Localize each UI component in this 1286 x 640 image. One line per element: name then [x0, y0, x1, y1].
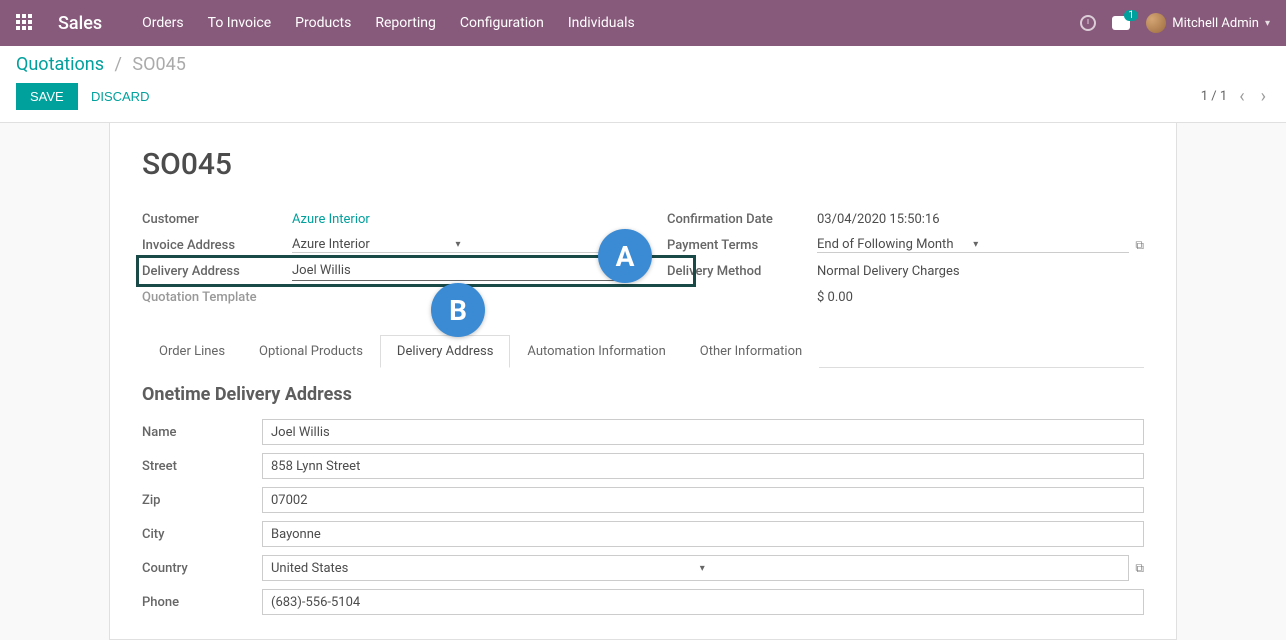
clock-icon[interactable]	[1080, 15, 1096, 31]
tab-optional-products[interactable]: Optional Products	[242, 335, 380, 368]
avatar	[1146, 13, 1166, 33]
nav-products[interactable]: Products	[295, 15, 351, 31]
delivery-address-section: Onetime Delivery Address Name Street Zip…	[142, 384, 1144, 615]
chevron-down-icon: ▾	[1265, 18, 1270, 29]
tab-delivery-address[interactable]: Delivery Address	[380, 335, 511, 368]
payment-terms-field[interactable]: End of Following Month ▾	[817, 237, 1129, 253]
zip-input[interactable]	[262, 487, 1144, 513]
breadcrumb-sep: /	[114, 54, 121, 75]
pager-next[interactable]: ›	[1257, 86, 1270, 107]
customer-label: Customer	[142, 212, 292, 227]
breadcrumb-root[interactable]: Quotations	[16, 54, 104, 75]
customer-value[interactable]: Azure Interior	[292, 212, 619, 227]
street-input[interactable]	[262, 453, 1144, 479]
record-title: SO045	[142, 147, 1144, 182]
payment-terms-value: End of Following Month	[817, 237, 970, 252]
chevron-down-icon: ▾	[970, 239, 1129, 250]
pager-prev[interactable]: ‹	[1235, 86, 1248, 107]
delivery-method-value: Normal Delivery Charges	[817, 264, 1144, 279]
confirmation-date-value: 03/04/2020 15:50:16	[817, 212, 1144, 227]
tab-order-lines[interactable]: Order Lines	[142, 335, 242, 368]
delivery-amount: $ 0.00	[817, 290, 1144, 305]
delivery-address-input[interactable]	[292, 261, 619, 281]
quotation-template-label: Quotation Template	[142, 290, 292, 305]
nav-individuals[interactable]: Individuals	[568, 15, 635, 31]
confirmation-date-label: Confirmation Date	[667, 212, 817, 227]
country-value: United States	[271, 561, 694, 576]
action-row: Save Discard 1 / 1 ‹ ›	[16, 83, 1270, 110]
name-label: Name	[142, 425, 262, 440]
invoice-address-label: Invoice Address	[142, 238, 292, 253]
chat-badge: 1	[1124, 10, 1138, 21]
country-label: Country	[142, 561, 262, 576]
user-name: Mitchell Admin	[1172, 16, 1259, 31]
tab-automation-information[interactable]: Automation Information	[510, 335, 682, 368]
pager-text: 1 / 1	[1201, 89, 1227, 104]
nav-configuration[interactable]: Configuration	[460, 15, 544, 31]
street-label: Street	[142, 459, 262, 474]
invoice-address-field[interactable]: Azure Interior ▾	[292, 237, 619, 253]
user-menu[interactable]: Mitchell Admin ▾	[1146, 13, 1270, 33]
form-sheet: SO045 Customer Azure Interior Invoice Ad…	[109, 123, 1177, 640]
tab-other-information[interactable]: Other Information	[683, 335, 819, 368]
external-link-icon[interactable]: ⧉	[1135, 238, 1144, 253]
delivery-address-label: Delivery Address	[142, 264, 292, 279]
nav-menu: Orders To Invoice Products Reporting Con…	[142, 15, 1080, 31]
tabs: Order Lines Optional Products Delivery A…	[142, 334, 1144, 368]
name-input[interactable]	[262, 419, 1144, 445]
delivery-method-label: Delivery Method	[667, 264, 817, 279]
nav-reporting[interactable]: Reporting	[375, 15, 436, 31]
nav-orders[interactable]: Orders	[142, 15, 184, 31]
nav-right: 1 Mitchell Admin ▾	[1080, 13, 1270, 33]
control-bar: Quotations / SO045 Save Discard 1 / 1 ‹ …	[0, 46, 1286, 123]
apps-icon[interactable]	[16, 14, 34, 32]
section-title: Onetime Delivery Address	[142, 384, 1144, 405]
phone-label: Phone	[142, 595, 262, 610]
chevron-down-icon: ▾	[694, 563, 1129, 574]
app-brand[interactable]: Sales	[58, 13, 102, 34]
top-nav: Sales Orders To Invoice Products Reporti…	[0, 0, 1286, 46]
invoice-address-value: Azure Interior	[292, 237, 453, 252]
pager: 1 / 1 ‹ ›	[1201, 86, 1270, 107]
save-button[interactable]: Save	[16, 83, 78, 110]
breadcrumb: Quotations / SO045	[16, 54, 1270, 75]
city-input[interactable]	[262, 521, 1144, 547]
payment-terms-label: Payment Terms	[667, 238, 817, 253]
zip-label: Zip	[142, 493, 262, 508]
country-select[interactable]: United States ▾	[262, 555, 1129, 581]
discard-button[interactable]: Discard	[91, 89, 150, 104]
delivery-address-row: Delivery Address	[142, 258, 619, 284]
header-group: Customer Azure Interior Invoice Address …	[142, 206, 1144, 310]
phone-input[interactable]	[262, 589, 1144, 615]
chevron-down-icon: ▾	[453, 239, 620, 250]
city-label: City	[142, 527, 262, 542]
external-link-icon[interactable]: ⧉	[1135, 561, 1144, 576]
nav-to-invoice[interactable]: To Invoice	[208, 15, 272, 31]
chat-icon[interactable]: 1	[1112, 16, 1130, 30]
breadcrumb-current: SO045	[132, 54, 185, 75]
